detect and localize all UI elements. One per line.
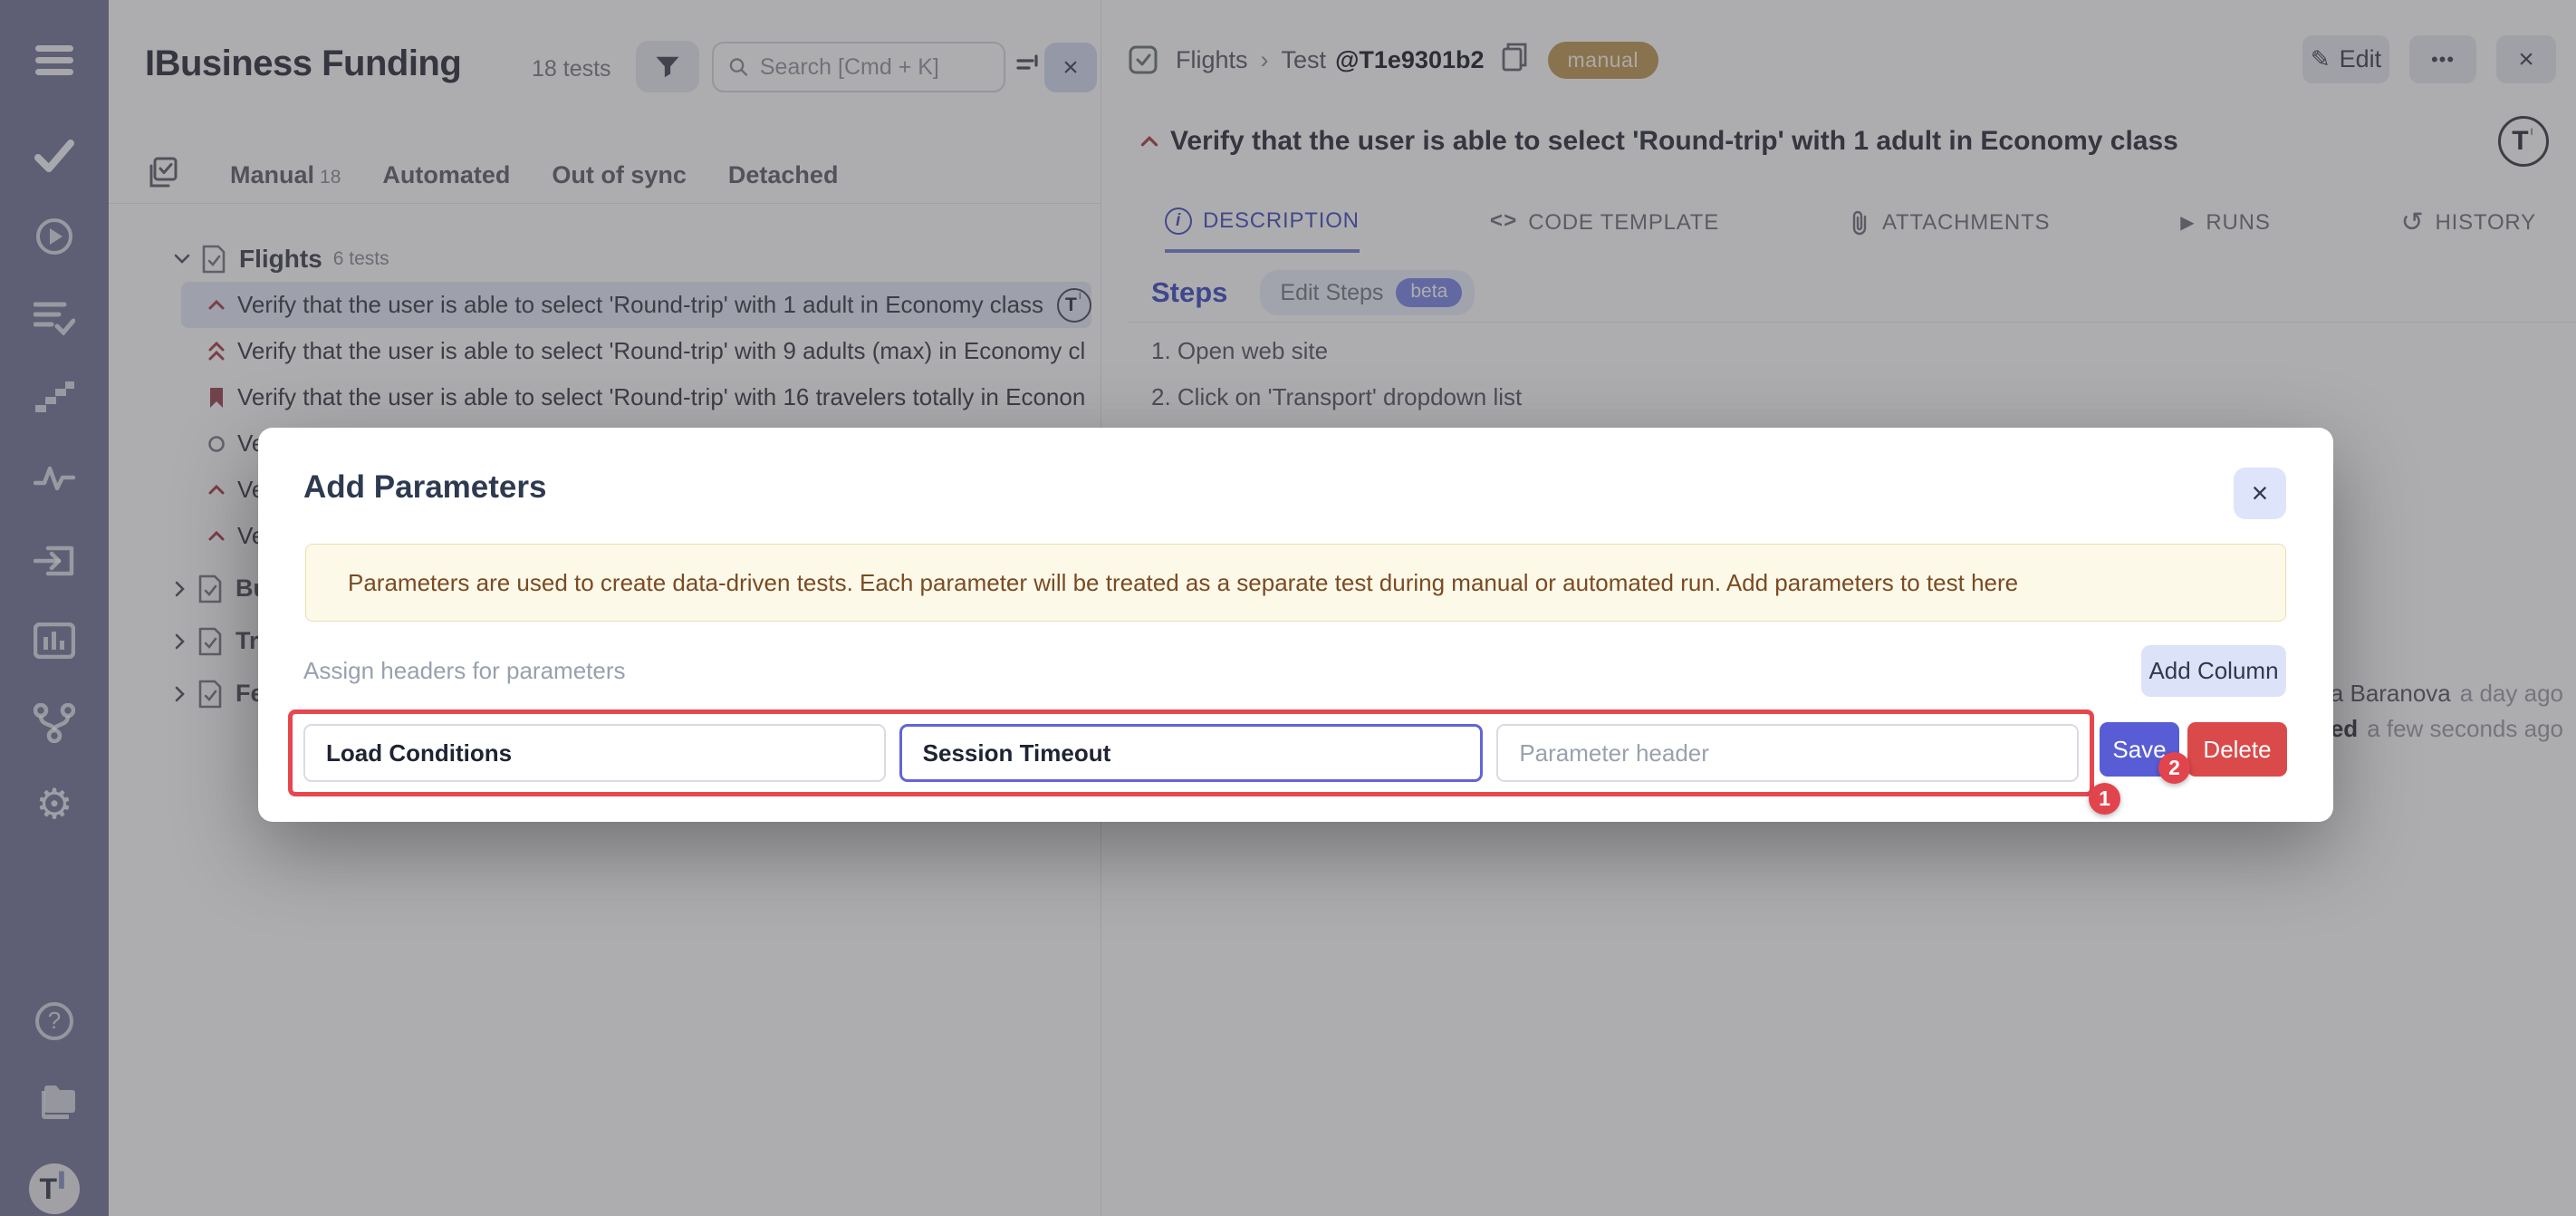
close-icon: × [2252,477,2269,510]
app-root: ⚙ ? T▌ IBusiness Funding 18 tests × [0,0,2576,1216]
parameter-header-input-3[interactable] [1496,724,2079,782]
parameter-headers-row-annotated [288,709,2094,796]
add-column-button[interactable]: Add Column [2141,645,2286,697]
add-parameters-modal: Add Parameters × Parameters are used to … [258,428,2333,822]
annotation-badge-2: 2 [2158,752,2190,784]
assign-headers-label: Assign headers for parameters [303,657,626,685]
parameters-info-banner: Parameters are used to create data-drive… [305,544,2286,622]
modal-close-button[interactable]: × [2234,468,2286,519]
parameter-header-input-1[interactable] [303,724,886,782]
parameter-header-input-2[interactable] [899,724,1484,782]
annotation-badge-1: 1 [2089,783,2120,815]
delete-button[interactable]: Delete [2187,722,2287,777]
modal-title: Add Parameters [303,469,546,506]
